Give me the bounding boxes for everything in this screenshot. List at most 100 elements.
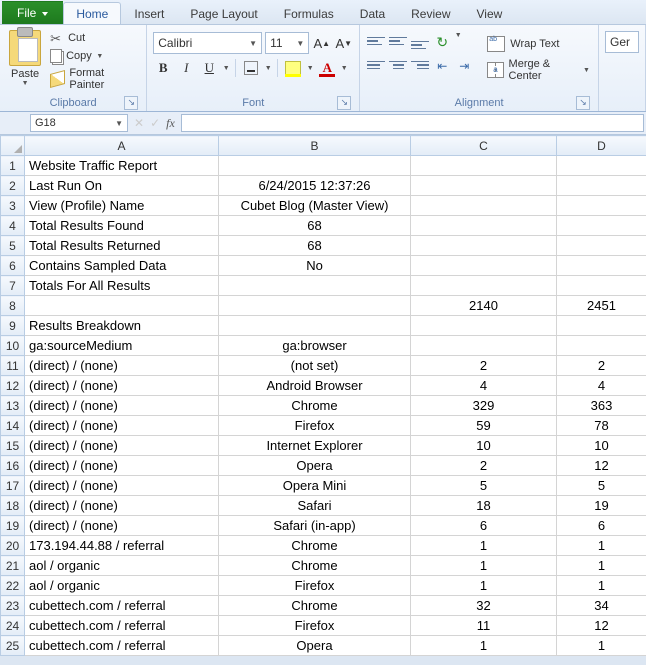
cell[interactable]: 1 — [411, 556, 557, 576]
cell[interactable]: Opera Mini — [219, 476, 411, 496]
cell[interactable]: 68 — [219, 236, 411, 256]
row-header[interactable]: 20 — [1, 536, 25, 556]
cell[interactable]: (direct) / (none) — [25, 476, 219, 496]
cell[interactable]: 5 — [411, 476, 557, 496]
cell[interactable] — [219, 156, 411, 176]
cell[interactable]: View (Profile) Name — [25, 196, 219, 216]
cell[interactable]: (direct) / (none) — [25, 376, 219, 396]
tab-data[interactable]: Data — [347, 2, 398, 24]
cell[interactable]: aol / organic — [25, 576, 219, 596]
format-painter-button[interactable]: Format Painter — [48, 66, 140, 92]
cell[interactable]: 34 — [557, 596, 646, 616]
row-header[interactable]: 4 — [1, 216, 25, 236]
row-header[interactable]: 10 — [1, 336, 25, 356]
cell[interactable]: (direct) / (none) — [25, 456, 219, 476]
cell[interactable]: 2 — [411, 356, 557, 376]
cell[interactable]: cubettech.com / referral — [25, 596, 219, 616]
tab-file[interactable]: File — [2, 1, 63, 24]
cell[interactable] — [557, 276, 646, 296]
align-left-button[interactable] — [366, 56, 386, 74]
cell[interactable]: 2140 — [411, 296, 557, 316]
tab-formulas[interactable]: Formulas — [271, 2, 347, 24]
cell[interactable]: 1 — [557, 536, 646, 556]
cell[interactable]: 5 — [557, 476, 646, 496]
align-middle-button[interactable] — [388, 32, 408, 50]
cell[interactable] — [557, 236, 646, 256]
row-header[interactable]: 12 — [1, 376, 25, 396]
align-bottom-button[interactable] — [410, 32, 430, 50]
cell[interactable]: 329 — [411, 396, 557, 416]
cell[interactable]: (direct) / (none) — [25, 496, 219, 516]
align-center-button[interactable] — [388, 56, 408, 74]
cell[interactable]: Total Results Returned — [25, 236, 219, 256]
cell[interactable] — [411, 256, 557, 276]
cell[interactable]: Totals For All Results — [25, 276, 219, 296]
cell[interactable]: Safari — [219, 496, 411, 516]
cell[interactable]: Results Breakdown — [25, 316, 219, 336]
number-format-combo[interactable]: Ger — [605, 31, 639, 53]
cell[interactable]: 1 — [411, 576, 557, 596]
name-box[interactable]: G18 ▼ — [30, 114, 128, 132]
row-header[interactable]: 3 — [1, 196, 25, 216]
copy-button[interactable]: Copy ▼ — [48, 48, 140, 64]
column-header-a[interactable]: A — [25, 136, 219, 156]
chevron-down-icon[interactable]: ▼ — [96, 53, 104, 60]
cell[interactable]: Total Results Found — [25, 216, 219, 236]
cell[interactable]: (direct) / (none) — [25, 436, 219, 456]
font-dialog-launcher[interactable]: ↘ — [337, 96, 351, 110]
row-header[interactable]: 21 — [1, 556, 25, 576]
cell[interactable]: Chrome — [219, 396, 411, 416]
paste-button[interactable]: Paste ▼ — [6, 28, 44, 92]
cell[interactable]: Chrome — [219, 596, 411, 616]
cut-button[interactable]: Cut — [48, 30, 140, 46]
row-header[interactable]: 19 — [1, 516, 25, 536]
cell[interactable] — [557, 196, 646, 216]
merge-center-button[interactable]: Merge & Center ▼ — [485, 56, 592, 84]
alignment-dialog-launcher[interactable]: ↘ — [576, 96, 590, 110]
cell[interactable]: 1 — [557, 556, 646, 576]
row-header[interactable]: 11 — [1, 356, 25, 376]
cell[interactable]: 10 — [411, 436, 557, 456]
cell[interactable] — [411, 176, 557, 196]
cell[interactable] — [557, 156, 646, 176]
cell[interactable] — [219, 276, 411, 296]
chevron-down-icon[interactable]: ▼ — [264, 65, 272, 72]
row-header[interactable]: 15 — [1, 436, 25, 456]
cell[interactable]: 18 — [411, 496, 557, 516]
cell[interactable]: 59 — [411, 416, 557, 436]
cell[interactable] — [557, 336, 646, 356]
row-header[interactable]: 5 — [1, 236, 25, 256]
align-top-button[interactable] — [366, 32, 386, 50]
cell[interactable] — [411, 216, 557, 236]
row-header[interactable]: 1 — [1, 156, 25, 176]
chevron-down-icon[interactable]: ▼ — [454, 32, 462, 52]
cell[interactable]: 2 — [411, 456, 557, 476]
cell[interactable]: 68 — [219, 216, 411, 236]
cell[interactable]: 11 — [411, 616, 557, 636]
borders-button[interactable] — [241, 58, 261, 78]
row-header[interactable]: 23 — [1, 596, 25, 616]
italic-button[interactable]: I — [176, 58, 196, 78]
cell[interactable]: Firefox — [219, 616, 411, 636]
row-header[interactable]: 16 — [1, 456, 25, 476]
cell[interactable]: (direct) / (none) — [25, 396, 219, 416]
cell[interactable]: (direct) / (none) — [25, 416, 219, 436]
cell[interactable]: 10 — [557, 436, 646, 456]
row-header[interactable]: 7 — [1, 276, 25, 296]
cell[interactable]: (not set) — [219, 356, 411, 376]
row-header[interactable]: 2 — [1, 176, 25, 196]
grow-font-button[interactable]: A▲ — [312, 33, 331, 53]
cell[interactable]: Firefox — [219, 416, 411, 436]
cell[interactable]: 1 — [557, 576, 646, 596]
increase-indent-button[interactable]: ⇥ — [454, 56, 474, 76]
cell[interactable] — [411, 276, 557, 296]
cell[interactable]: 173.194.44.88 / referral — [25, 536, 219, 556]
fill-color-button[interactable] — [283, 58, 303, 78]
cell[interactable]: Android Browser — [219, 376, 411, 396]
column-header-d[interactable]: D — [557, 136, 646, 156]
chevron-down-icon[interactable]: ▼ — [22, 80, 29, 87]
cell[interactable]: 32 — [411, 596, 557, 616]
tab-view[interactable]: View — [464, 2, 516, 24]
cell[interactable]: Website Traffic Report — [25, 156, 219, 176]
font-color-button[interactable]: A — [317, 58, 337, 78]
